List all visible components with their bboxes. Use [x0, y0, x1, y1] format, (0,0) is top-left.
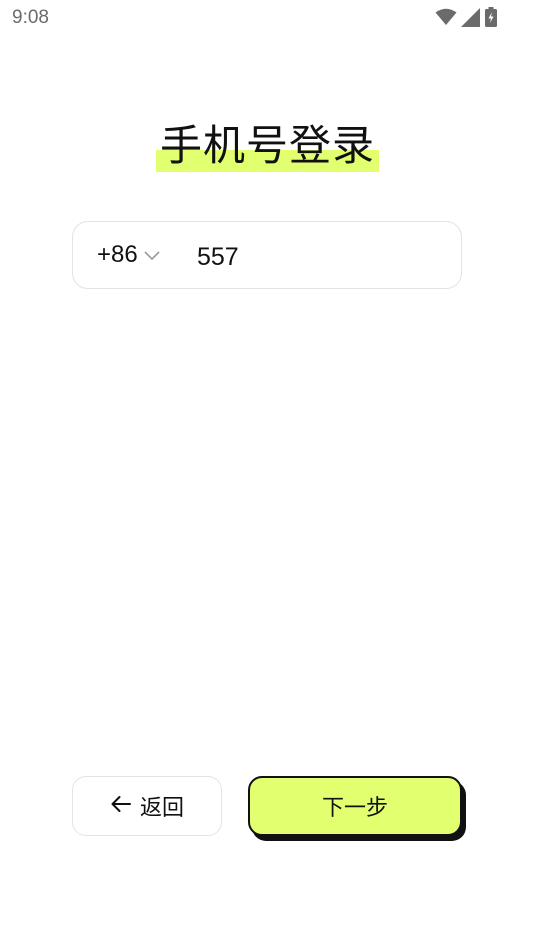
back-button[interactable]: 返回: [72, 776, 222, 836]
country-code-label: +86: [97, 241, 138, 268]
arrow-left-icon: [110, 795, 132, 817]
status-icons: [435, 7, 497, 31]
back-button-label: 返回: [139, 796, 184, 821]
phone-field[interactable]: +86: [72, 221, 462, 289]
next-button-label: 下一步: [321, 796, 388, 821]
page-title: 手机号登录: [155, 118, 380, 174]
title-wrap: 手机号登录: [0, 118, 535, 174]
next-button[interactable]: 下一步: [248, 776, 462, 836]
wifi-icon: [435, 8, 457, 30]
phone-number-input[interactable]: [195, 242, 439, 273]
country-code-selector[interactable]: +86: [97, 241, 160, 269]
signal-icon: [461, 7, 481, 31]
battery-charging-icon: [485, 7, 497, 31]
page-title-text: 手机号登录: [159, 121, 375, 170]
status-bar: 9:08: [0, 0, 535, 36]
status-time: 9:08: [12, 7, 49, 28]
chevron-down-icon: [144, 246, 160, 265]
